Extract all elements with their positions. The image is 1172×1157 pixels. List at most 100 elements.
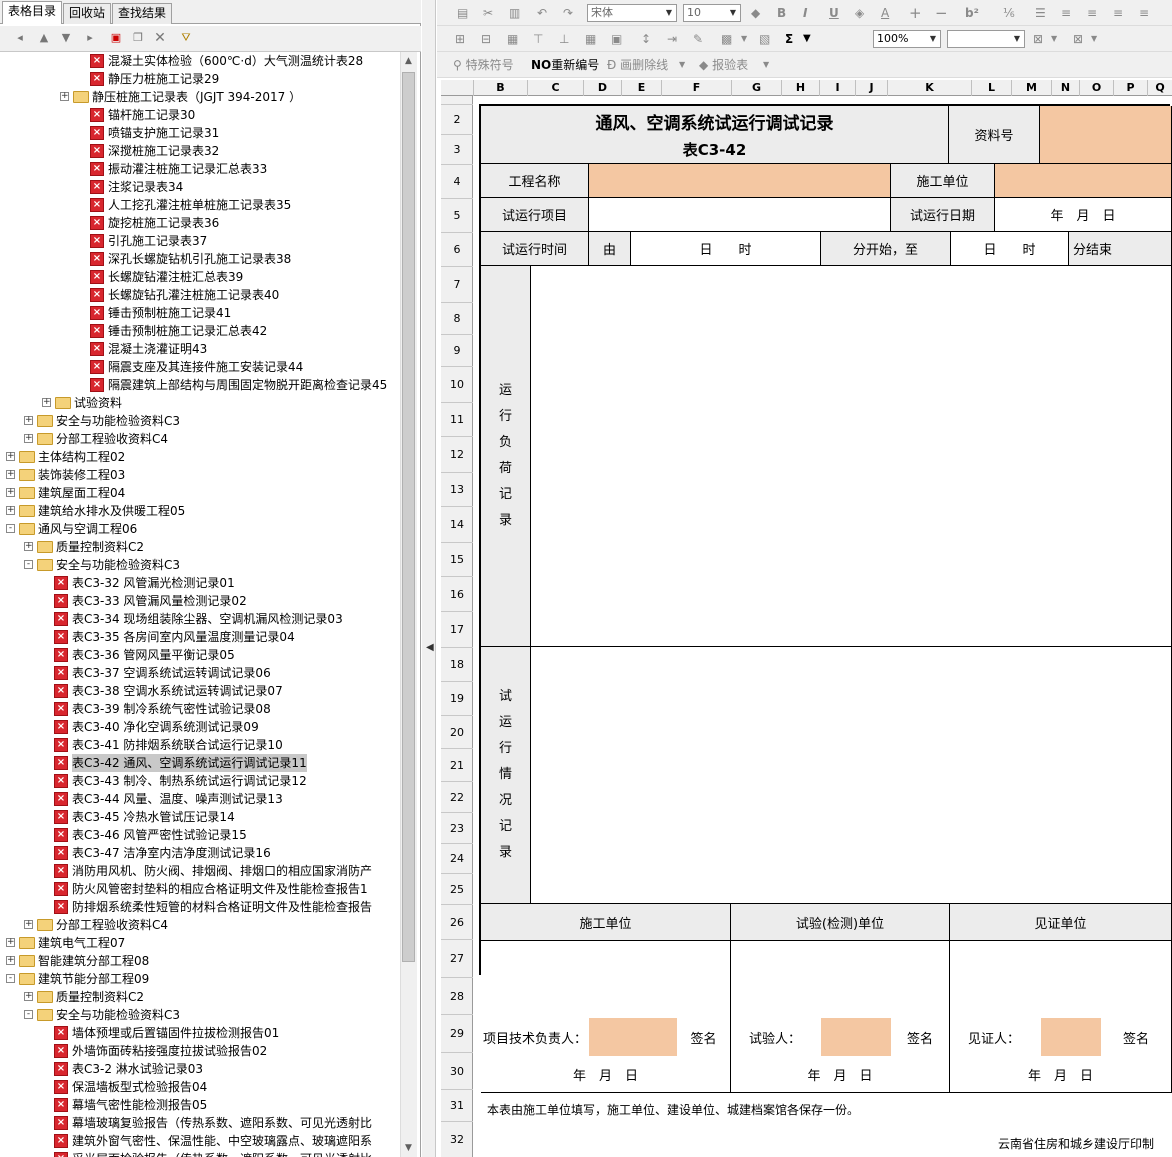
row-header[interactable]: 14 — [441, 506, 473, 542]
border-style-icon[interactable]: ⊠ — [1033, 31, 1043, 47]
row-header[interactable]: 29 — [441, 1014, 473, 1052]
tree-item[interactable]: × 防火风管密封垫料的相应合格证明文件及性能检查报告1 — [4, 880, 400, 898]
witness-field[interactable] — [1041, 1018, 1101, 1056]
paste-special-icon[interactable]: ▤ — [457, 5, 468, 21]
column-header[interactable]: E — [621, 80, 661, 96]
zoom-select[interactable]: 100% ▼ — [873, 30, 941, 48]
merge-icon[interactable]: ⊞ — [455, 31, 465, 47]
tree-folder[interactable]: + 质量控制资料C2 — [4, 538, 400, 556]
row-header[interactable]: 16 — [441, 576, 473, 611]
printer-note[interactable]: 云南省住房和城乡建设厅印制 — [481, 1125, 1172, 1157]
zoom-in-icon[interactable]: + — [909, 5, 922, 21]
redo-icon[interactable]: ↷ — [563, 5, 573, 21]
tree-item[interactable]: × 旋挖桩施工记录表36 — [4, 214, 400, 232]
tab-table-directory[interactable]: 表格目录 — [2, 1, 62, 24]
tree-item[interactable]: × 表C3-45 冷热水管试压记录14 — [4, 808, 400, 826]
tab-search-results[interactable]: 查找结果 — [112, 3, 172, 24]
expand-icon[interactable]: + — [6, 956, 15, 965]
indent-icon[interactable]: ⇥ — [667, 31, 677, 47]
trial-time-start-field[interactable]: 日 时 — [631, 232, 821, 266]
row-header[interactable]: 6 — [441, 232, 473, 266]
tree-folder[interactable]: - 安全与功能检验资料C3 — [4, 1006, 400, 1024]
trial-date-label[interactable]: 试运行日期 — [891, 198, 995, 232]
footer-note[interactable]: 本表由施工单位填写，施工单位、建设单位、城建档案馆各保存一份。 — [481, 1093, 1172, 1125]
row-header[interactable]: 12 — [441, 436, 473, 472]
chevron-down-icon[interactable]: ▼ — [1051, 31, 1057, 47]
move-down-icon[interactable]: ▼ — [58, 30, 74, 46]
tree-item[interactable]: × 表C3-47 洁净室内洁净度测试记录16 — [4, 844, 400, 862]
cut-icon[interactable]: ✂ — [483, 5, 493, 21]
tester-date[interactable]: 年 月 日 — [731, 1056, 950, 1093]
insert-row-icon[interactable]: ⊤ — [533, 31, 543, 47]
tester-field[interactable] — [821, 1018, 891, 1056]
table-icon[interactable]: ▦ — [507, 31, 518, 47]
column-header[interactable]: L — [971, 80, 1011, 96]
collapse-icon[interactable]: - — [24, 560, 33, 569]
select-all-corner[interactable] — [441, 80, 473, 96]
copy-table-icon[interactable]: ❐ — [130, 30, 146, 46]
tree-item[interactable]: × 保温墙板型式检验报告04 — [4, 1078, 400, 1096]
row-header[interactable]: 19 — [441, 681, 473, 715]
align-left-icon[interactable]: ≡ — [1061, 5, 1071, 21]
row-header[interactable]: 3 — [441, 134, 473, 164]
expand-icon[interactable]: + — [60, 92, 69, 101]
column-header[interactable]: D — [583, 80, 621, 96]
tester-label[interactable]: 试验人： — [731, 1018, 821, 1056]
border-icon[interactable]: ▩ — [721, 31, 732, 47]
row-header[interactable]: 15 — [441, 542, 473, 576]
report-table-button[interactable]: ◆ 报验表 — [699, 57, 748, 73]
form-code[interactable]: 表C3-42 — [481, 136, 949, 164]
tree-item[interactable]: × 表C3-40 净化空调系统测试记录09 — [4, 718, 400, 736]
tree-item[interactable]: × 表C3-2 淋水试验记录03 — [4, 1060, 400, 1078]
tree-item[interactable]: × 引孔施工记录表37 — [4, 232, 400, 250]
chevron-down-icon[interactable]: ▼ — [803, 31, 811, 47]
column-header[interactable]: N — [1051, 80, 1079, 96]
witness-date[interactable]: 年 月 日 — [950, 1056, 1172, 1093]
delete-icon[interactable]: ✕ — [152, 30, 168, 46]
doc-no-field[interactable] — [1040, 106, 1172, 164]
tree-folder[interactable]: + 建筑电气工程07 — [4, 934, 400, 952]
split-icon[interactable]: ⊟ — [481, 31, 491, 47]
load-record-label[interactable]: 运行负荷记录 — [481, 266, 531, 647]
expand-icon[interactable]: + — [24, 542, 33, 551]
tree-folder[interactable]: - 安全与功能检验资料C3 — [4, 556, 400, 574]
form-title[interactable]: 通风、空调系统试运行调试记录 — [481, 106, 949, 136]
expand-icon[interactable]: + — [6, 488, 15, 497]
paste-icon[interactable]: ▥ — [509, 5, 520, 21]
sig-test-area[interactable] — [731, 941, 950, 1018]
expand-icon[interactable]: + — [6, 938, 15, 947]
line-style-select[interactable]: ▼ — [947, 30, 1025, 48]
tree-item[interactable]: × 表C3-46 风管严密性试验记录15 — [4, 826, 400, 844]
row-header[interactable]: 31 — [441, 1089, 473, 1121]
font-style-icon[interactable]: ◆ — [751, 5, 760, 21]
special-symbol-button[interactable]: ⚲ 特殊符号 — [453, 57, 514, 73]
column-header[interactable]: K — [887, 80, 971, 96]
fill-color-icon[interactable]: ◈ — [855, 5, 864, 21]
tree-item[interactable]: × 消防用风机、防火阀、排烟阀、排烟口的相应国家消防产 — [4, 862, 400, 880]
row-header[interactable]: 5 — [441, 198, 473, 232]
tree-item[interactable]: × 深搅桩施工记录表32 — [4, 142, 400, 160]
construction-unit-label[interactable]: 施工单位 — [891, 164, 995, 198]
trial-item-field[interactable] — [589, 198, 891, 232]
collapse-panel-icon[interactable]: ◀ — [426, 642, 434, 653]
collapse-icon[interactable]: - — [24, 1010, 33, 1019]
run-record-field[interactable] — [531, 647, 1172, 904]
tree-item[interactable]: × 防排烟系统柔性短管的材料合格证明文件及性能检查报告 — [4, 898, 400, 916]
row-header[interactable]: 32 — [441, 1121, 473, 1157]
align-icon[interactable]: ☰ — [1035, 5, 1046, 21]
tree-item[interactable]: × 表C3-35 各房间室内风量温度测量记录04 — [4, 628, 400, 646]
sig-construction-area[interactable] — [481, 941, 731, 1018]
tree-item[interactable]: × 注浆记录表34 — [4, 178, 400, 196]
row-header[interactable]: 9 — [441, 334, 473, 366]
sig-witness-area[interactable] — [950, 941, 1172, 1018]
tree-item[interactable]: × 表C3-39 制冷系统气密性试验记录08 — [4, 700, 400, 718]
row-header[interactable]: 22 — [441, 781, 473, 812]
tree-item[interactable]: × 静压力桩施工记录29 — [4, 70, 400, 88]
format-painter-icon[interactable]: ✎ — [693, 31, 703, 47]
project-name-label[interactable]: 工程名称 — [481, 164, 589, 198]
expand-icon[interactable]: + — [6, 470, 15, 479]
tree-item[interactable]: × 喷锚支护施工记录31 — [4, 124, 400, 142]
tree-item[interactable]: × 锚杆施工记录30 — [4, 106, 400, 124]
row-header[interactable]: 18 — [441, 647, 473, 681]
column-header[interactable]: Q — [1147, 80, 1172, 96]
